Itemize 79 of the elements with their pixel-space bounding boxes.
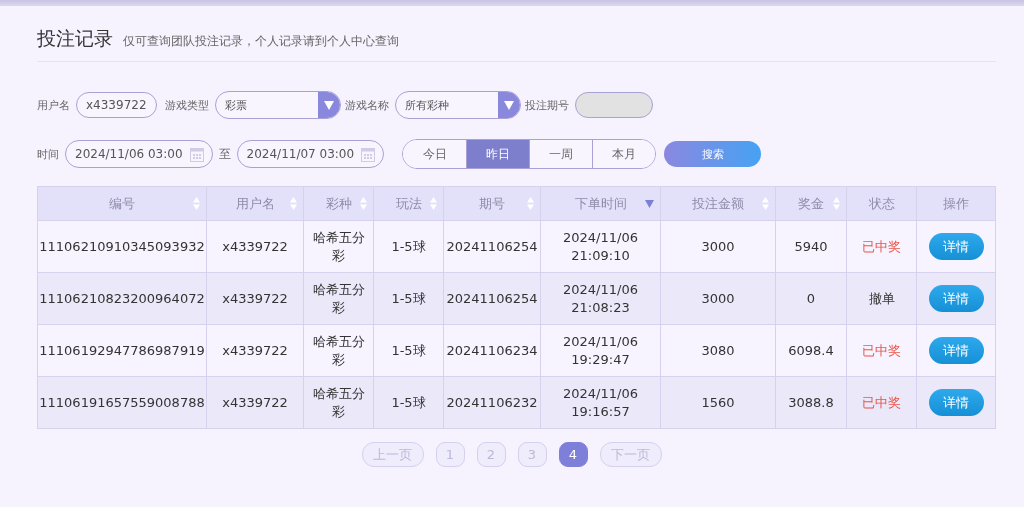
table-cell: 2024/11/06 19:16:57	[540, 376, 661, 429]
status-text: 已中奖	[862, 394, 901, 410]
table-cell: 20241106234	[443, 324, 541, 377]
sort-icon	[360, 197, 367, 210]
date-field[interactable]: 2024/11/06 03:00	[65, 140, 213, 168]
table-cell: 11106210823200964072	[37, 272, 207, 325]
column-header[interactable]: 编号	[37, 186, 207, 221]
table-cell: 20241106254	[443, 272, 541, 325]
field-label: 时间	[37, 146, 59, 162]
field-label: 游戏名称	[344, 97, 389, 113]
column-header[interactable]: 奖金	[775, 186, 847, 221]
calendar-icon	[361, 146, 376, 162]
table-cell: 哈希五分彩	[303, 324, 374, 377]
table-cell: 20241106232	[443, 376, 541, 429]
date-range-tab[interactable]: 昨日	[466, 140, 530, 168]
table-cell: 3088.8	[775, 376, 847, 429]
details-button[interactable]: 详情	[928, 233, 984, 260]
column-header[interactable]: 期号	[443, 186, 541, 221]
column-header[interactable]: 投注金额	[660, 186, 776, 221]
date-field[interactable]: 2024/11/07 03:00	[236, 140, 385, 168]
table-cell: x4339722	[206, 376, 304, 429]
table-cell: 2024/11/06 21:09:10	[540, 220, 661, 273]
column-header: 状态	[846, 186, 917, 221]
range-separator: 至	[218, 145, 231, 163]
table-cell: 2024/11/06 21:08:23	[540, 272, 661, 325]
status-text: 已中奖	[862, 238, 901, 254]
table-cell: x4339722	[206, 272, 304, 325]
field-label: 投注期号	[524, 97, 569, 113]
table-cell: 3080	[660, 324, 776, 377]
date-range-tab[interactable]: 本月	[592, 140, 656, 168]
game-name-dropdown[interactable]: 所有彩种	[394, 91, 521, 119]
table-cell: 哈希五分彩	[303, 376, 374, 429]
table-cell: 11106192947786987919	[37, 324, 207, 377]
field-label: 游戏类型	[164, 97, 209, 113]
game-type-dropdown[interactable]: 彩票	[214, 91, 341, 119]
sort-descending-icon	[645, 199, 654, 208]
column-header: 操作	[916, 186, 996, 221]
column-header[interactable]: 用户名	[206, 186, 304, 221]
page-button[interactable]: 4	[558, 442, 588, 467]
column-header[interactable]: 下单时间	[540, 186, 661, 221]
sort-icon	[527, 197, 534, 210]
calendar-icon	[189, 146, 204, 162]
table-cell: 20241106254	[443, 220, 541, 273]
sort-icon	[762, 197, 769, 210]
table-cell: 1-5球	[373, 220, 444, 273]
table-cell: x4339722	[206, 220, 304, 273]
details-button[interactable]: 详情	[928, 285, 984, 312]
column-header[interactable]: 玩法	[373, 186, 444, 221]
table-cell: 5940	[775, 220, 847, 273]
table-cell: 哈希五分彩	[303, 220, 374, 273]
sort-icon	[430, 197, 437, 210]
table-cell: 3000	[660, 220, 776, 273]
sort-icon	[833, 197, 840, 210]
table-cell: 0	[775, 272, 847, 325]
page-subtitle: 仅可查询团队投注记录，个人记录请到个人中心查询	[123, 33, 399, 50]
caret-icon	[503, 100, 514, 110]
search-button[interactable]: 搜索	[664, 141, 762, 167]
table-cell: x4339722	[206, 324, 304, 377]
table-cell: 1560	[660, 376, 776, 429]
column-header[interactable]: 彩种	[303, 186, 374, 221]
table-cell: 3000	[660, 272, 776, 325]
username-field[interactable]: x4339722	[76, 92, 157, 118]
sort-icon	[290, 197, 297, 210]
table-cell: 1-5球	[373, 376, 444, 429]
details-button[interactable]: 详情	[928, 337, 984, 364]
table-cell: 11106210910345093932	[37, 220, 207, 273]
table-cell: 6098.4	[775, 324, 847, 377]
table-cell: 1-5球	[373, 324, 444, 377]
field-label: 用户名	[37, 97, 70, 113]
page-title: 投注记录	[37, 26, 113, 51]
details-button[interactable]: 详情	[928, 389, 984, 416]
table-cell: 11106191657559008788	[37, 376, 207, 429]
table-cell: 1-5球	[373, 272, 444, 325]
table-cell: 哈希五分彩	[303, 272, 374, 325]
sort-icon	[193, 197, 200, 210]
status-text: 撤单	[868, 290, 895, 306]
table-cell: 2024/11/06 19:29:47	[540, 324, 661, 377]
status-text: 已中奖	[862, 342, 901, 358]
caret-icon	[323, 100, 334, 110]
